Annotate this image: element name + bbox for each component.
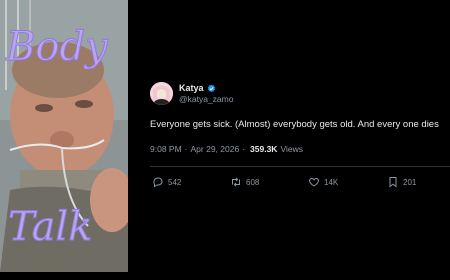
tweet-meta: 9:08 PM · Apr 29, 2026 · 359.3K Views (150, 144, 450, 154)
tweet-card: Katya @katya_zamo Everyone gets sick. (A… (150, 82, 450, 200)
tweet-time[interactable]: 9:08 PM (150, 144, 182, 154)
verified-badge-icon (207, 84, 215, 92)
overlay-script-top: Body (5, 24, 109, 70)
like-button[interactable]: 14K (308, 176, 338, 188)
heart-icon (309, 177, 319, 187)
bookmark-count: 201 (403, 177, 417, 187)
author-handle[interactable]: @katya_zamo (179, 94, 233, 105)
reply-count: 542 (168, 177, 182, 187)
video-frame-photo: Body Talk (0, 0, 128, 272)
tweet-date[interactable]: Apr 29, 2026 (191, 144, 240, 154)
tweet-views-label: Views (280, 144, 303, 154)
patient-photo-illustration: Body Talk (0, 0, 128, 272)
meta-separator: · (184, 144, 188, 154)
overlay-script-bottom: Talk (8, 204, 92, 250)
retweet-icon (232, 177, 240, 187)
bookmark-icon (389, 177, 397, 188)
bookmark-button[interactable]: 201 (387, 176, 416, 188)
screen: Body Talk Katya @katya_zamo Everyone get… (0, 0, 450, 280)
tweet-views-count: 359.3K (250, 144, 278, 154)
retweet-count: 608 (246, 177, 260, 187)
tweet-text: Everyone gets sick. (Almost) everybody g… (150, 119, 439, 130)
retweet-button[interactable]: 608 (230, 176, 259, 188)
divider (150, 166, 450, 167)
meta-separator: · (242, 144, 246, 154)
reply-button[interactable]: 542 (152, 176, 181, 188)
tweet-author: Katya @katya_zamo (150, 82, 450, 105)
author-name[interactable]: Katya (179, 83, 204, 94)
avatar-image (150, 82, 173, 105)
tweet-actions: 542 608 14K 201 (150, 176, 450, 200)
like-count: 14K (324, 177, 339, 187)
author-avatar[interactable] (150, 82, 173, 105)
reply-icon (153, 177, 163, 188)
